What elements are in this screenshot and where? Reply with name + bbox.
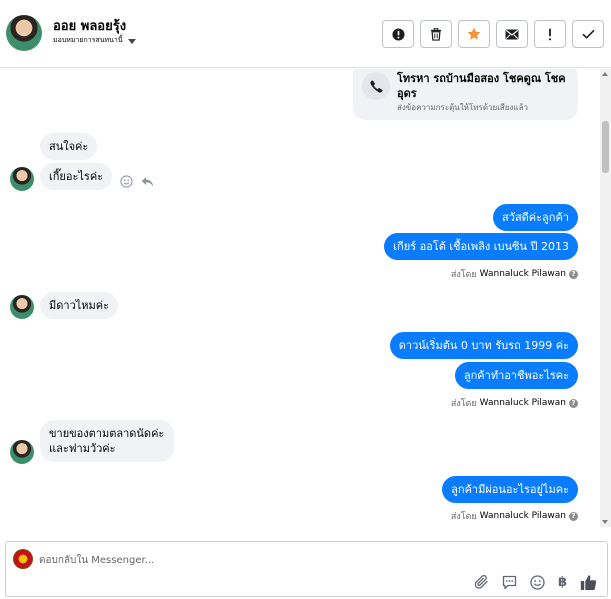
sent-by-prefix: ส่งโดย xyxy=(450,399,477,409)
contact-avatar[interactable] xyxy=(6,15,42,51)
like-button[interactable] xyxy=(580,574,597,591)
message-bubble-incoming[interactable]: ขายของตามตลาดนัดค่ะ และฟามวัวค่ะ xyxy=(40,420,174,462)
message-bubble-outgoing[interactable]: ลูกค้ามีผ่อนอะไรอยู่ไมคะ xyxy=(442,476,578,503)
mark-unread-button[interactable] xyxy=(496,20,528,48)
sender-avatar xyxy=(10,440,34,464)
sent-by-name[interactable]: Wannaluck Pilawan xyxy=(480,269,566,279)
star-icon xyxy=(467,27,481,40)
message-thread[interactable]: โทรหา รถบ้านมือสอง โชคดูณ โชคอุดร ส่งข้อ… xyxy=(0,69,600,527)
sent-by-name[interactable]: Wannaluck Pilawan xyxy=(480,398,566,408)
sent-by-name[interactable]: Wannaluck Pilawan xyxy=(480,511,566,521)
checkmark-icon xyxy=(581,29,595,39)
header-actions xyxy=(382,20,604,48)
question-icon[interactable]: ? xyxy=(569,511,578,521)
question-icon[interactable]: ? xyxy=(569,398,578,408)
delete-button[interactable] xyxy=(420,20,452,48)
trash-icon xyxy=(430,27,442,41)
mark-done-button[interactable] xyxy=(572,20,604,48)
alert-circle-icon xyxy=(391,27,405,41)
reply-input[interactable] xyxy=(39,552,539,568)
envelope-icon xyxy=(505,29,519,39)
message-bubble-incoming[interactable]: มีดาวไหมค่ะ xyxy=(40,292,119,319)
caret-down-icon xyxy=(127,38,136,44)
message-bubble-outgoing[interactable]: สวัสดีค่ะลูกค้า xyxy=(493,204,578,231)
baht-icon[interactable]: ฿ xyxy=(558,575,567,591)
call-card-title: โทรหา รถบ้านมือสอง โชคดูณ โชคอุดร xyxy=(397,72,566,100)
contact-name[interactable]: ออย พลอยรุ้ง xyxy=(53,15,126,36)
reply-composer: ฿ xyxy=(5,541,608,597)
attach-button[interactable] xyxy=(474,575,489,590)
sent-by-label: ส่งโดย Wannaluck Pilawan ? xyxy=(451,509,578,523)
saved-reply-icon xyxy=(502,575,517,590)
assign-label: มอบหมายการสนทนานี้ xyxy=(53,36,123,44)
emoji-button[interactable] xyxy=(530,575,545,590)
call-request-card: โทรหา รถบ้านมือสอง โชคดูณ โชคอุดร ส่งข้อ… xyxy=(353,69,578,120)
thumbs-up-icon xyxy=(580,575,597,590)
call-card-subtitle: ส่งข้อความกระตุ้นให้โทรด้วยเสียงแล้ว xyxy=(397,103,528,112)
scroll-up-arrow-icon[interactable] xyxy=(602,72,608,76)
phone-icon xyxy=(362,72,390,100)
question-icon[interactable]: ? xyxy=(569,269,578,279)
message-tools xyxy=(120,175,154,188)
sender-avatar xyxy=(10,295,34,319)
message-bubble-outgoing[interactable]: เกียร์ ออโต้ เชื้อเพลิง เบนซิน ปี 2013 xyxy=(384,233,578,260)
smile-icon[interactable] xyxy=(120,175,133,188)
star-button[interactable] xyxy=(458,20,490,48)
assign-conversation-dropdown[interactable]: มอบหมายการสนทนานี้ xyxy=(53,35,136,46)
message-bubble-outgoing[interactable]: ดาวน์เริ่มต้น 0 บาท รับรถ 1999 ค่ะ xyxy=(389,332,578,359)
scroll-down-arrow-icon[interactable] xyxy=(602,520,608,524)
sent-by-label: ส่งโดย Wannaluck Pilawan ? xyxy=(451,267,578,281)
page-avatar xyxy=(13,549,33,569)
sent-by-prefix: ส่งโดย xyxy=(450,270,477,280)
scrollbar-thumb[interactable] xyxy=(602,121,609,173)
composer-tools: ฿ xyxy=(474,574,597,591)
thread-scrollbar[interactable] xyxy=(600,69,611,527)
follow-up-button[interactable] xyxy=(534,20,566,48)
paperclip-icon xyxy=(474,575,488,589)
mark-spam-button[interactable] xyxy=(382,20,414,48)
sent-by-prefix: ส่งโดย xyxy=(450,512,477,522)
message-bubble-outgoing[interactable]: ลูกค้าทำอาชีพอะไรคะ xyxy=(454,362,578,389)
message-bubble-incoming[interactable]: เกี๊ยอะไรค่ะ xyxy=(40,163,113,190)
saved-replies-button[interactable] xyxy=(502,575,517,590)
sender-avatar xyxy=(10,167,34,191)
conversation-header: ออย พลอยรุ้ง มอบหมายการสนทนานี้ xyxy=(0,0,611,68)
exclamation-icon xyxy=(548,28,552,40)
reply-arrow-icon[interactable] xyxy=(141,176,154,188)
message-bubble-incoming[interactable]: สนใจค่ะ xyxy=(40,133,98,160)
emoji-icon xyxy=(530,575,545,590)
sent-by-label: ส่งโดย Wannaluck Pilawan ? xyxy=(451,396,578,410)
